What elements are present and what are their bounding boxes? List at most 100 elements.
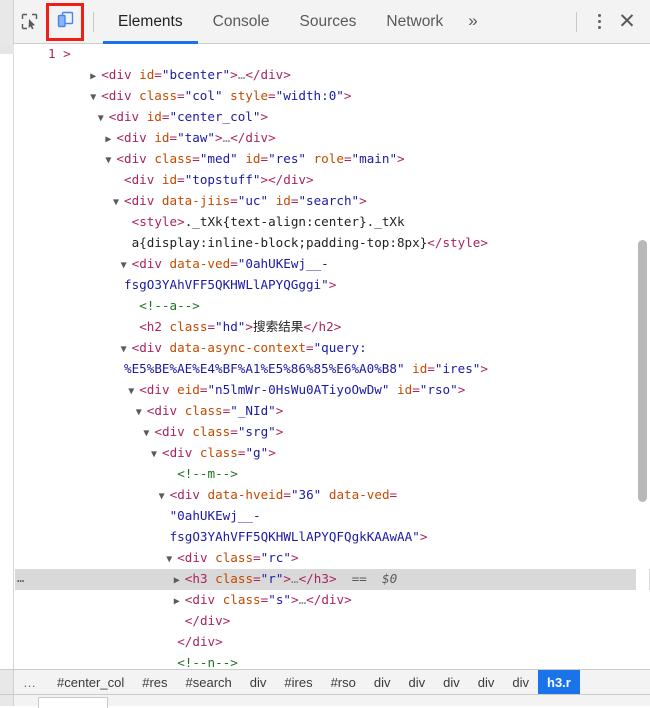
breadcrumb-item-div[interactable]: div	[400, 670, 435, 694]
tab-console[interactable]: Console	[198, 0, 285, 44]
chevron-down-icon[interactable]: ▼	[121, 340, 132, 359]
row-arrow-spacer	[113, 172, 124, 191]
dom-tree-row[interactable]: ▼ <div id="center_col">	[15, 107, 650, 128]
chevron-right-icon[interactable]: ▶	[105, 130, 116, 149]
chevron-right-icon[interactable]: ▶	[90, 67, 101, 86]
breadcrumb-item-res[interactable]: #res	[133, 670, 176, 694]
token-val: "rc"	[260, 550, 291, 565]
breadcrumb-item-h3r[interactable]: h3.r	[538, 670, 580, 694]
dom-tree-row[interactable]: ▼ <div class="col" style="width:0">	[15, 86, 650, 107]
token-punct: >	[328, 571, 337, 586]
dom-tree-row[interactable]: fsgO3YAhVFF5QKHWLlAPYQGggi">	[15, 275, 650, 296]
chevron-down-icon[interactable]: ▼	[136, 403, 147, 422]
dom-tree-row[interactable]: ▼ <div class="_NId">	[15, 401, 650, 422]
dom-tree-row-text: </div>	[15, 611, 650, 632]
kebab-menu-icon[interactable]	[586, 7, 612, 37]
dom-tree-row[interactable]: ▼ <div class="med" id="res" role="main">	[15, 149, 650, 170]
dom-tree-row[interactable]: ▼ <div class="g">	[15, 443, 650, 464]
chevron-down-icon[interactable]: ▼	[151, 445, 162, 464]
token-punct: <	[124, 172, 132, 187]
token-punct: >	[328, 277, 337, 292]
token-punct: </	[298, 571, 314, 586]
chevron-down-icon[interactable]: ▼	[113, 193, 124, 212]
dom-tree-row[interactable]: ▼ <div data-jiis="uc" id="search">	[15, 191, 650, 212]
dom-tree-rows[interactable]: 1 > ▶ <div id="bcenter">…</div> ▼ <div class…	[15, 44, 650, 669]
dom-tree-row[interactable]: <!--n-->	[15, 653, 650, 669]
breadcrumb-item-[interactable]: …	[14, 670, 48, 694]
token-eq: ==	[336, 571, 383, 586]
bottom-strip-gutter	[0, 695, 14, 706]
token-attr: class	[192, 445, 238, 460]
token-punct: =	[306, 340, 314, 355]
chevron-right-icon[interactable]: ▶	[174, 592, 185, 611]
breadcrumb-item-div[interactable]: div	[503, 670, 538, 694]
token-punct: <	[101, 88, 109, 103]
token-attr: id	[146, 130, 170, 145]
dom-tree-row-selected[interactable]: … ▶ <h3 class="r">…</h3> == $0	[15, 569, 650, 590]
chevron-down-icon[interactable]: ▼	[105, 151, 116, 170]
breadcrumb-item-ires[interactable]: #ires	[275, 670, 321, 694]
dom-tree-row[interactable]: <div id="topstuff"></div>	[15, 170, 650, 191]
tab-network[interactable]: Network	[371, 0, 458, 44]
row-arrow-spacer	[113, 277, 124, 296]
token-attr: class	[131, 88, 178, 103]
dom-tree-row[interactable]: <style>._tXk{text-align:center}._tXk	[15, 212, 650, 233]
chevron-down-icon[interactable]: ▼	[143, 424, 154, 443]
breadcrumb-item-div[interactable]: div	[241, 670, 276, 694]
dom-tree-scrollbar-thumb[interactable]	[638, 240, 647, 502]
token-val: "topstuff"	[184, 172, 261, 187]
token-punct: </	[427, 235, 443, 250]
device-toolbar-button[interactable]	[46, 2, 84, 41]
token-punct: =	[283, 487, 291, 502]
chevron-down-icon[interactable]: ▼	[98, 109, 109, 128]
dom-tree-row-text: %E5%BE%AE%E4%BF%A1%E5%86%85%E6%A0%B8" id…	[15, 359, 650, 380]
dom-tree-row[interactable]: fsgO3YAhVFF5QKHWLlAPYQFQgkKAAwAA">	[15, 527, 650, 548]
breadcrumb-item-div[interactable]: div	[469, 670, 504, 694]
token-punct: <	[139, 382, 147, 397]
dom-tree-row[interactable]: ▶ <div id="taw">…</div>	[15, 128, 650, 149]
token-punct: <	[116, 151, 124, 166]
breadcrumb-item-rso[interactable]: #rso	[322, 670, 365, 694]
dom-tree-row[interactable]: a{display:inline-block;padding-top:8px}<…	[15, 233, 650, 254]
chevron-down-icon[interactable]: ▼	[128, 382, 139, 401]
dom-tree-row[interactable]: 1 >	[15, 44, 650, 65]
inspect-element-button[interactable]	[14, 7, 44, 37]
tab-sources[interactable]: Sources	[285, 0, 372, 44]
dom-tree-row[interactable]: </div>	[15, 632, 650, 653]
chevron-right-icon[interactable]: ▶	[174, 571, 185, 590]
dom-tree-row[interactable]: ▼ <div data-ved="0ahUKEwj__-	[15, 254, 650, 275]
dom-tree-row[interactable]: ▶ <div class="s">…</div>	[15, 590, 650, 611]
toolbar-divider-right	[576, 11, 577, 32]
chevron-down-icon[interactable]: ▼	[121, 256, 132, 275]
dom-tree-row[interactable]: ▼ <div data-async-context="query:	[15, 338, 650, 359]
dom-tree-row[interactable]: <!--m-->	[15, 464, 650, 485]
chevron-down-icon[interactable]: ▼	[159, 487, 170, 506]
dom-tree-row[interactable]: ▼ <div class="srg">	[15, 422, 650, 443]
dom-tree-row[interactable]: ▼ <div data-hveid="36" data-ved=	[15, 485, 650, 506]
breadcrumb-item-div[interactable]: div	[365, 670, 400, 694]
token-punct: </	[245, 67, 261, 82]
dom-tree-row-text: ▼ <div data-jiis="uc" id="search">	[15, 191, 650, 212]
dom-tree-row[interactable]: %E5%BE%AE%E4%BF%A1%E5%86%85%E6%A0%B8" id…	[15, 359, 650, 380]
dom-tree-row[interactable]: "0ahUKEwj__-	[15, 506, 650, 527]
token-punct: >	[230, 67, 238, 82]
dom-tree-row[interactable]: <!--a-->	[15, 296, 650, 317]
dom-tree-row[interactable]: ▼ <div class="rc">	[15, 548, 650, 569]
breadcrumb-item-centercol[interactable]: #center_col	[48, 670, 133, 694]
chevron-down-icon[interactable]: ▼	[90, 88, 101, 107]
row-arrow-spacer	[166, 634, 177, 653]
chevron-down-icon[interactable]: ▼	[166, 550, 177, 569]
more-tabs-button[interactable]: »	[458, 0, 487, 44]
tab-elements[interactable]: Elements	[103, 0, 198, 44]
close-icon[interactable]: ✕	[612, 7, 642, 37]
styles-pane-tab-placeholder[interactable]	[38, 697, 108, 708]
dom-tree-row[interactable]: ▼ <div eid="n5lmWr-0HsWu0ATiyoOwDw" id="r…	[15, 380, 650, 401]
token-tag: div	[184, 550, 208, 565]
dom-tree-row[interactable]: </div>	[15, 611, 650, 632]
breadcrumb-item-div[interactable]: div	[434, 670, 469, 694]
dom-tree-scrollbar[interactable]	[636, 44, 649, 669]
dom-tree-row[interactable]: ▶ <div id="bcenter">…</div>	[15, 65, 650, 86]
dom-tree-row[interactable]: <h2 class="hd">搜索结果</h2>	[15, 317, 650, 338]
breadcrumb-item-search[interactable]: #search	[177, 670, 241, 694]
row-arrow-spacer	[37, 46, 48, 65]
